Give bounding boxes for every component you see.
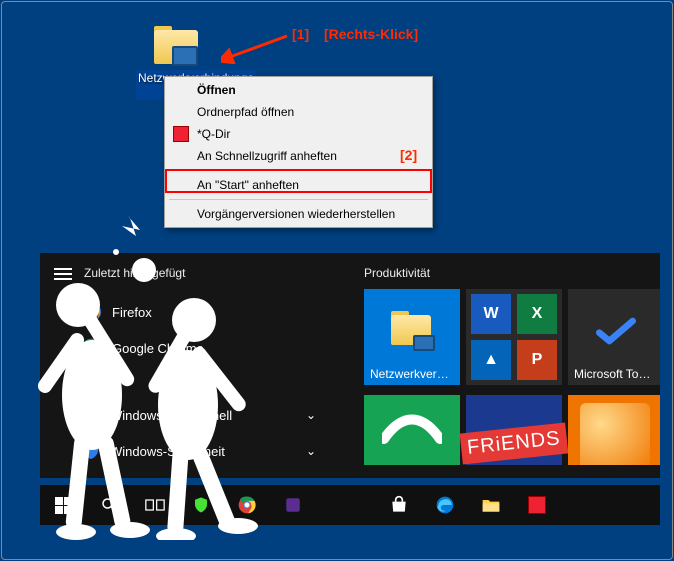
tile-caption: Microsoft To… [574, 367, 658, 381]
file-explorer-icon [481, 496, 501, 514]
taskbar-search-button[interactable] [86, 485, 132, 525]
tile-group-2: FRiENDS [364, 395, 660, 465]
taskbar-app-generic[interactable] [270, 485, 316, 525]
app-item-chrome[interactable]: Google Chrome [80, 331, 212, 365]
tile-network-connections[interactable]: Netzwerkverb… [364, 289, 460, 385]
app-item-label: Firefox [112, 305, 152, 320]
menu-item-label: *Q-Dir [197, 127, 230, 141]
search-icon [100, 496, 118, 514]
tile-caption: Netzwerkverb… [370, 367, 454, 381]
chevron-down-icon: ⌄ [306, 444, 316, 458]
tile-green-app[interactable] [364, 395, 460, 465]
annotation-1-number: [1] [292, 26, 309, 42]
start-button[interactable] [40, 485, 86, 525]
app-icon [284, 496, 302, 514]
app-item-label: Google Chrome [112, 341, 204, 356]
todo-check-icon [596, 316, 636, 346]
taskbar-app-shield[interactable] [178, 485, 224, 525]
task-view-icon [145, 497, 165, 513]
menu-separator [169, 199, 428, 200]
taskbar-app-explorer[interactable] [468, 485, 514, 525]
menu-item-label: Öffnen [197, 83, 236, 97]
menu-item-label: Ordnerpfad öffnen [197, 105, 294, 119]
taskbar-app-edge[interactable] [422, 485, 468, 525]
taskbar-app-store[interactable] [376, 485, 422, 525]
menu-item-label: An Schnellzugriff anheften [197, 149, 337, 163]
chrome-icon [80, 336, 104, 360]
menu-item-previous-versions[interactable]: Vorgängerversionen wiederherstellen [167, 203, 430, 225]
onedrive-icon: ▲ [471, 340, 511, 380]
app-item-firefox[interactable]: Firefox [80, 295, 212, 329]
menu-item-label: An "Start" anheften [197, 178, 299, 192]
taskbar [40, 485, 660, 525]
shield-icon [192, 496, 210, 514]
qdir-icon [173, 126, 189, 142]
taskbar-app-chrome[interactable] [224, 485, 270, 525]
tile-microsoft-todo[interactable]: Microsoft To… [568, 289, 660, 385]
annotation-arrow-1 [221, 30, 291, 64]
tile-orange-app[interactable] [568, 395, 660, 465]
annotation-1-text: [Rechts-Klick] [324, 26, 418, 42]
folder-network-icon [148, 24, 202, 68]
folder-network-icon [389, 311, 435, 351]
chevron-down-icon: ⌄ [306, 408, 316, 422]
tile-friends-app[interactable]: FRiENDS [466, 395, 562, 465]
folder-label: Windows PowerShell [110, 408, 232, 423]
tile-office-group[interactable]: W X ▲ P [466, 289, 562, 385]
menu-separator [169, 170, 428, 171]
excel-icon: X [517, 294, 557, 334]
section-productivity-label: Produktivität [364, 266, 430, 280]
office-mini-grid: W X ▲ P [471, 294, 557, 380]
folder-powershell[interactable]: Windows PowerShell ⌄ [80, 398, 330, 432]
shield-icon [80, 439, 102, 464]
chrome-icon [237, 495, 257, 515]
firefox-icon [80, 300, 104, 324]
recent-app-list: Firefox Google Chrome [80, 295, 212, 365]
menu-item-pin-start[interactable]: An "Start" anheften [167, 174, 430, 196]
powerpoint-icon: P [517, 340, 557, 380]
menu-item-label: Vorgängerversionen wiederherstellen [197, 207, 395, 221]
taskbar-app-qdir[interactable] [514, 485, 560, 525]
snack-icon [580, 403, 650, 465]
menu-item-open[interactable]: Öffnen [167, 79, 430, 101]
section-recent-label: Zuletzt hinzugefügt [84, 266, 185, 280]
hamburger-button[interactable] [54, 268, 72, 280]
menu-item-open-path[interactable]: Ordnerpfad öffnen [167, 101, 430, 123]
annotation-2-number: [2] [400, 147, 417, 163]
swoosh-icon [382, 409, 442, 449]
start-menu: Zuletzt hinzugefügt Produktivität Firefo… [40, 253, 660, 478]
task-view-button[interactable] [132, 485, 178, 525]
word-icon: W [471, 294, 511, 334]
folder-windows-security[interactable]: Windows-Sicherheit ⌄ [80, 434, 330, 468]
tile-group-1: Netzwerkverb… W X ▲ P Microsoft To… [364, 289, 660, 385]
menu-item-pin-quickaccess[interactable]: An Schnellzugriff anheften [167, 145, 430, 167]
start-folders: Windows PowerShell ⌄ Windows-Sicherheit … [80, 398, 330, 468]
folder-label: Windows-Sicherheit [110, 444, 225, 459]
context-menu: Öffnen Ordnerpfad öffnen *Q-Dir An Schne… [164, 76, 433, 228]
windows-logo-icon [55, 497, 72, 514]
store-icon [389, 495, 409, 515]
friends-logo: FRiENDS [460, 422, 568, 464]
qdir-icon [528, 496, 546, 514]
menu-item-qdir[interactable]: *Q-Dir [167, 123, 430, 145]
edge-icon [435, 495, 455, 515]
powershell-icon [80, 403, 102, 428]
